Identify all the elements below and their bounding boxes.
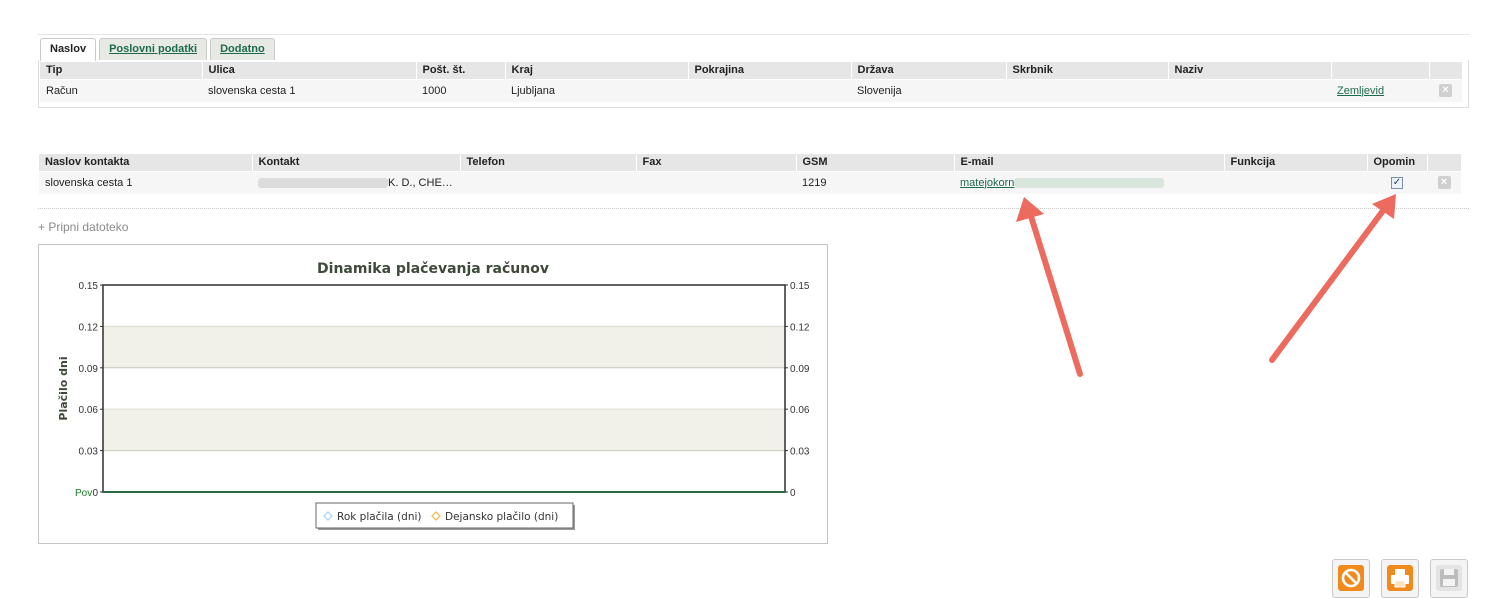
table-row: slovenska cesta 1 K. D., CHE… 1219 matej…	[39, 170, 1461, 194]
col-header-gsm: GSM	[796, 154, 955, 171]
y-tick-label: 0.09	[79, 364, 99, 375]
y-tick-label-right: 0.15	[790, 281, 810, 292]
y-tick-label: 0.15	[79, 281, 99, 292]
legend-label: Dejansko plačilo (dni)	[445, 511, 558, 523]
contact-table-wrapper: Naslov kontakta Kontakt Telefon Fax GSM …	[38, 153, 1469, 196]
address-table: Tip Ulica Pošt. št. Kraj Pokrajina Držav…	[40, 62, 1463, 102]
col-header-opomin: Opomin	[1367, 154, 1428, 171]
print-button[interactable]	[1381, 559, 1419, 598]
cell-ulica: slovenska cesta 1	[202, 78, 416, 102]
plot-band	[103, 326, 785, 368]
tab-naslov[interactable]: Naslov	[40, 38, 97, 61]
col-header-empty-2	[1429, 62, 1463, 79]
cell-telefon	[460, 170, 636, 194]
col-header-pokrajina: Pokrajina	[688, 62, 852, 79]
cell-naziv	[1168, 78, 1331, 102]
chart-panel: Dinamika plačevanja računov 0.15 0.15 0.12…	[38, 244, 828, 544]
cell-skrbnik	[1006, 78, 1168, 102]
y-tick-label-right: 0.03	[790, 447, 810, 458]
dotted-divider	[38, 208, 1469, 209]
col-header-ulica: Ulica	[202, 62, 417, 79]
y-tick-label-right: 0.06	[790, 405, 810, 416]
attach-file-link[interactable]: + Pripni datoteko	[38, 220, 128, 234]
cell-naslov-kontakta: slovenska cesta 1	[39, 170, 252, 194]
cancel-button[interactable]	[1332, 559, 1370, 598]
save-button[interactable]	[1430, 559, 1468, 598]
y-tick-label: 0	[92, 488, 98, 499]
col-header-kraj: Kraj	[505, 62, 689, 79]
cell-gsm: 1219	[796, 170, 954, 194]
col-header-skrbnik: Skrbnik	[1006, 62, 1169, 79]
plot-area	[103, 285, 785, 492]
cell-email: matejokorn	[954, 170, 1224, 194]
tab-poslovni-podatki[interactable]: Poslovni podatki	[99, 38, 208, 60]
col-header-telefon: Telefon	[460, 154, 637, 171]
col-header-empty-3	[1427, 154, 1462, 171]
top-divider	[38, 34, 1469, 35]
cell-map: Zemljevid	[1331, 78, 1429, 102]
y-tick-label: 0.06	[79, 405, 99, 416]
col-header-naslov-kontakta: Naslov kontakta	[39, 154, 253, 171]
cell-pokrajina	[688, 78, 851, 102]
arrow-opomin	[1269, 194, 1396, 363]
cell-opomin: ✓	[1367, 170, 1427, 194]
close-icon[interactable]: ×	[1437, 176, 1451, 190]
x-category-label: Pov	[75, 488, 92, 499]
address-table-header: Tip Ulica Pošt. št. Kraj Pokrajina Držav…	[40, 62, 1463, 79]
cell-funkcija	[1224, 170, 1367, 194]
cell-drzava: Slovenija	[851, 78, 1006, 102]
redacted-email	[1014, 177, 1165, 188]
tab-bar: Naslov Poslovni podatki Dodatno	[40, 38, 275, 61]
col-header-tip: Tip	[40, 62, 203, 79]
legend-label: Rok plačila (dni)	[337, 511, 422, 523]
chart-svg: 0.15 0.15 0.12 0.12 0.09 0.09 0.06 0.06 0.03 0.03…	[57, 281, 810, 530]
cell-kraj: Ljubljana	[505, 78, 688, 102]
col-header-empty-1	[1331, 62, 1430, 79]
y-tick-label: 0.12	[79, 322, 99, 333]
y-tick-label: 0.03	[79, 447, 99, 458]
y-axis-label: Plačilo dni	[57, 356, 70, 420]
cell-post: 1000	[416, 78, 505, 102]
cell-tip: Račun	[40, 78, 202, 102]
col-header-email: E-mail	[954, 154, 1225, 171]
cell-kontakt: K. D., CHE…	[252, 170, 460, 194]
cell-fax	[636, 170, 796, 194]
cancel-icon	[1338, 565, 1364, 591]
col-header-fax: Fax	[636, 154, 797, 171]
kontakt-suffix: K. D., CHE…	[388, 176, 453, 189]
save-icon	[1436, 565, 1462, 591]
y-tick-label-right: 0.12	[790, 322, 810, 333]
table-row: Račun slovenska cesta 1 1000 Ljubljana S…	[40, 78, 1462, 102]
map-link[interactable]: Zemljevid	[1337, 85, 1384, 97]
y-tick-label-right: 0	[790, 488, 796, 499]
address-table-wrapper: Tip Ulica Pošt. št. Kraj Pokrajina Držav…	[38, 60, 1469, 108]
email-link[interactable]: matejokorn	[960, 177, 1014, 189]
cell-delete: ×	[1427, 170, 1461, 194]
col-header-funkcija: Funkcija	[1224, 154, 1368, 171]
redacted-text	[258, 177, 388, 188]
close-icon[interactable]: ×	[1439, 84, 1452, 98]
contact-table-header: Naslov kontakta Kontakt Telefon Fax GSM …	[39, 154, 1462, 171]
y-tick-label-right: 0.09	[790, 364, 810, 375]
opomin-checkbox[interactable]: ✓	[1391, 177, 1403, 190]
cell-delete: ×	[1429, 78, 1462, 102]
contact-table: Naslov kontakta Kontakt Telefon Fax GSM …	[39, 154, 1462, 194]
arrow-email	[1016, 197, 1083, 377]
col-header-naziv: Naziv	[1168, 62, 1332, 79]
col-header-post: Pošt. št.	[416, 62, 506, 79]
tab-dodatno[interactable]: Dodatno	[210, 38, 275, 60]
plot-band	[103, 409, 785, 451]
print-icon	[1387, 565, 1413, 591]
col-header-drzava: Država	[851, 62, 1007, 79]
col-header-kontakt: Kontakt	[252, 154, 461, 171]
